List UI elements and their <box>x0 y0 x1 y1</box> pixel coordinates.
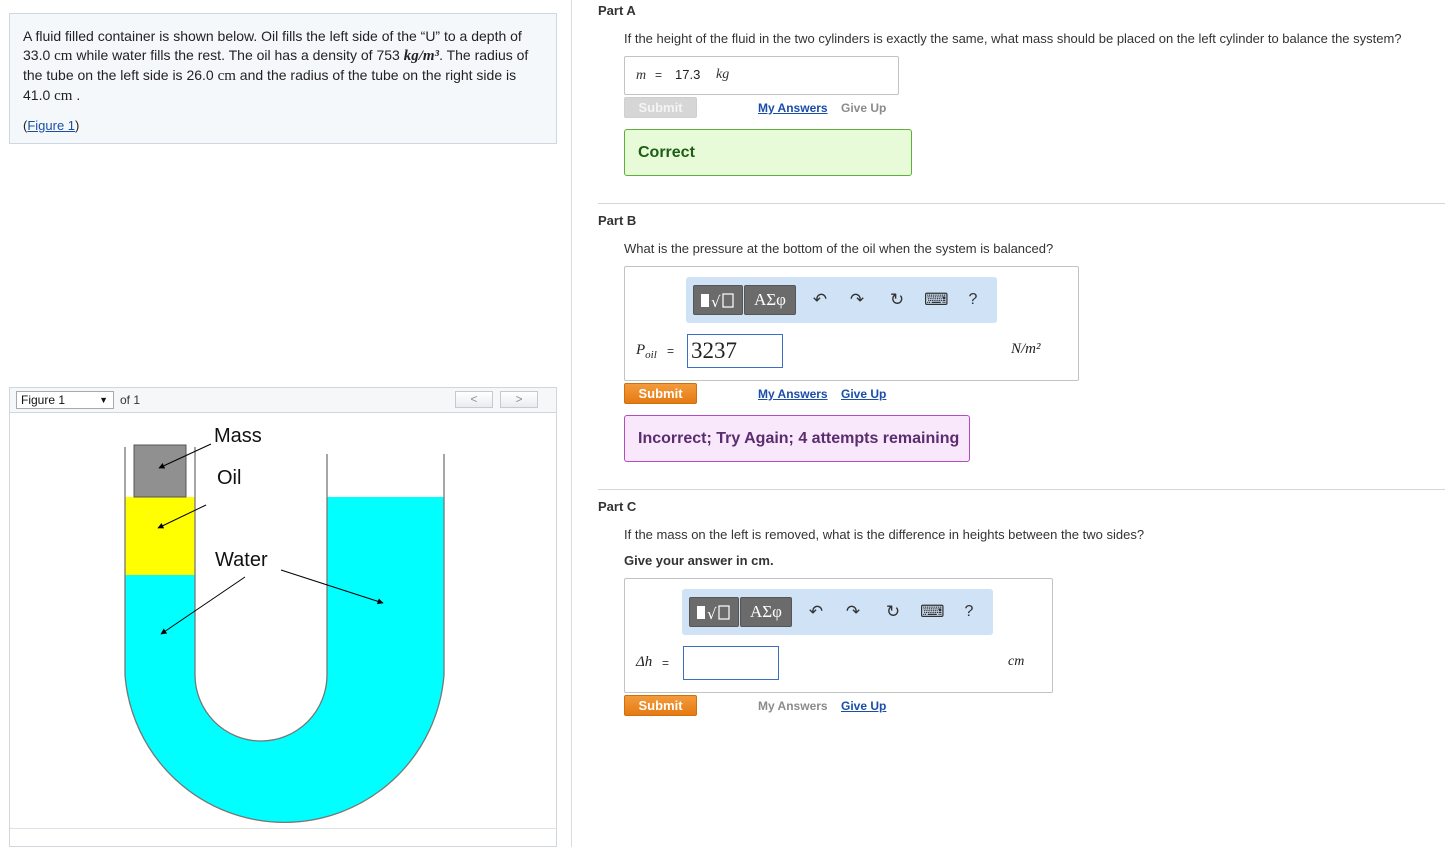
part-a-unit: kg <box>716 67 730 82</box>
part-c-question: If the mass on the left is removed, what… <box>624 527 1145 542</box>
svg-text:√: √ <box>711 293 721 311</box>
part-b-answer-input[interactable]: 3237 <box>687 334 783 368</box>
help-icon[interactable]: ? <box>961 601 977 623</box>
greek-symbols-icon[interactable]: ΑΣφ <box>740 597 792 627</box>
column-divider <box>571 0 572 847</box>
part-b-question: What is the pressure at the bottom of th… <box>624 241 1054 256</box>
next-figure-button[interactable]: > <box>500 391 538 408</box>
part-a-submit-button[interactable]: Submit <box>624 97 697 118</box>
redo-icon[interactable]: ↷ <box>846 289 868 311</box>
templates-icon[interactable]: √ <box>693 285 743 315</box>
part-a-give-up-link[interactable]: Give Up <box>841 101 886 115</box>
figure-bottom-border <box>10 828 556 829</box>
keyboard-icon[interactable]: ⌨ <box>924 289 949 311</box>
svg-text:√: √ <box>707 605 717 623</box>
var-subscript: oil <box>645 349 657 361</box>
figure-toolbar: Figure 1 ▼ of 1 < > <box>10 388 556 413</box>
chevron-left-icon: < <box>470 392 478 406</box>
part-a-variable: m <box>636 68 647 83</box>
part-a-my-answers-link[interactable]: My Answers <box>758 101 828 115</box>
radius-right-value: 41.0 <box>23 87 51 103</box>
part-b-my-answers-link[interactable]: My Answers <box>758 387 828 401</box>
equals-sign: = <box>667 344 675 358</box>
chevron-down-icon: ▼ <box>99 395 108 405</box>
part-c-variable: Δh <box>636 654 653 670</box>
reset-icon[interactable]: ↻ <box>882 601 904 623</box>
radius-left-value: 26.0 <box>186 67 214 83</box>
u-tube-diagram: Mass Oil Water <box>124 425 445 824</box>
oil-region <box>125 497 195 575</box>
figure-panel: Figure 1 ▼ of 1 < > Mass Oil Water <box>9 387 557 847</box>
unit-cm: cm <box>54 48 73 64</box>
previous-figure-button[interactable]: < <box>455 391 493 408</box>
part-c-title: Part C <box>598 499 637 514</box>
figure-link-line: (Figure 1) <box>23 118 543 133</box>
part-c-unit: cm <box>1008 654 1025 669</box>
part-b-unit: N/m² <box>1011 341 1041 357</box>
oil-depth-value: 33.0 <box>23 47 51 63</box>
problem-text: A fluid filled container is shown below.… <box>23 27 543 106</box>
problem-statement: A fluid filled container is shown below.… <box>9 13 557 144</box>
part-b-answer-value: 3237 <box>691 338 737 363</box>
chevron-right-icon: > <box>515 392 523 406</box>
oil-density-value: 753 <box>376 47 400 63</box>
part-c-answer-box: √ ΑΣφ ↶ ↷ ↻ ⌨ ? Δh = cm <box>624 578 1053 693</box>
mass-block <box>133 444 187 498</box>
var-p: P <box>636 342 646 358</box>
unit-cm: cm <box>54 88 73 104</box>
figure-select[interactable]: Figure 1 ▼ <box>16 391 114 409</box>
part-c-give-up-link[interactable]: Give Up <box>841 699 886 713</box>
part-b-variable: Poil <box>636 342 657 361</box>
math-toolbar: √ ΑΣφ ↶ ↷ ↻ ⌨ ? <box>682 589 993 635</box>
equals-sign: = <box>662 656 670 670</box>
part-c-answer-input[interactable] <box>683 646 779 680</box>
redo-icon[interactable]: ↷ <box>842 601 864 623</box>
part-b-feedback: Incorrect; Try Again; 4 attempts remaini… <box>624 415 970 462</box>
part-a-answer-box: m = 17.3 kg <box>624 56 899 95</box>
part-b-give-up-link[interactable]: Give Up <box>841 387 886 401</box>
reset-icon[interactable]: ↻ <box>886 289 908 311</box>
figure-select-value: Figure 1 <box>21 393 66 407</box>
problem-seg: and the radius of the tube on the right … <box>235 67 517 83</box>
part-c-my-answers-link[interactable]: My Answers <box>758 699 828 713</box>
oil-label: Oil <box>217 467 241 489</box>
undo-icon[interactable]: ↶ <box>809 289 831 311</box>
problem-seg: while water fills the rest. The oil has … <box>72 47 377 63</box>
part-separator <box>598 203 1445 204</box>
density-unit: kg/m³ <box>403 48 440 64</box>
unit-cm: cm <box>217 68 236 84</box>
undo-icon[interactable]: ↶ <box>805 601 827 623</box>
part-a-question: If the height of the fluid in the two cy… <box>624 31 1402 46</box>
part-a-title: Part A <box>598 3 636 18</box>
figure-count: of 1 <box>120 393 141 407</box>
math-toolbar: √ ΑΣφ ↶ ↷ ↻ ⌨ ? <box>686 277 997 323</box>
help-icon[interactable]: ? <box>965 289 981 311</box>
part-c-submit-button[interactable]: Submit <box>624 695 697 716</box>
part-separator <box>598 489 1445 490</box>
keyboard-icon[interactable]: ⌨ <box>920 601 945 623</box>
tube-inner-wall <box>194 447 328 742</box>
equals-sign: = <box>655 68 663 82</box>
part-b-answer-box: √ ΑΣφ ↶ ↷ ↻ ⌨ ? Poil = 3237 N/m² <box>624 266 1079 381</box>
paren: ) <box>75 118 80 133</box>
problem-seg: A fluid filled container is shown below.… <box>23 28 522 44</box>
figure-1-link[interactable]: Figure 1 <box>27 118 75 133</box>
part-a-answer-value: 17.3 <box>675 67 701 82</box>
mass-label: Mass <box>214 425 262 447</box>
water-label: Water <box>215 549 268 571</box>
templates-icon[interactable]: √ <box>689 597 739 627</box>
part-c-instruction: Give your answer in cm. <box>624 553 774 568</box>
greek-symbols-icon[interactable]: ΑΣφ <box>744 285 796 315</box>
problem-seg: . <box>72 87 81 103</box>
part-b-title: Part B <box>598 213 637 228</box>
part-b-submit-button[interactable]: Submit <box>624 383 697 404</box>
part-a-feedback: Correct <box>624 129 912 176</box>
